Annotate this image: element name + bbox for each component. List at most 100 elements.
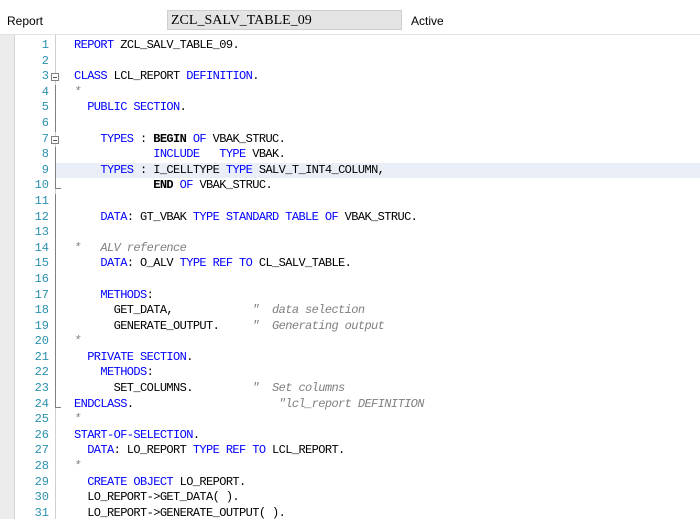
code-token: *: [74, 334, 81, 349]
code-line[interactable]: 17 METHODS:: [35, 287, 700, 304]
code-text: GET_DATA, " data selection: [74, 303, 365, 319]
code-text: *: [74, 412, 81, 428]
code-line[interactable]: 21 PRIVATE SECTION.: [35, 349, 700, 366]
line-number: 1: [41, 38, 49, 52]
code-token: TYPE REF TO: [192, 443, 273, 458]
code-line[interactable]: 3 CLASS LCL_REPORT DEFINITION.: [42, 69, 700, 85]
code-line[interactable]: 31 LO_REPORT->GENERATE_OUTPUT( ).: [35, 506, 700, 521]
fold-guide: [55, 225, 56, 241]
code-line[interactable]: 23 SET_COLUMNS. " Set columns: [35, 381, 700, 397]
collapse-block-icon[interactable]: [51, 73, 59, 82]
code-token: : LO_REPORT: [113, 443, 193, 458]
program-name-field[interactable]: ZCL_SALV_TABLE_09: [167, 10, 402, 30]
fold-guide: [55, 147, 56, 163]
code-line[interactable]: 10 END OF VBAK_STRUC.: [35, 178, 700, 194]
line-number: 24: [34, 396, 49, 411]
code-line[interactable]: 26 START-OF-SELECTION.: [35, 428, 700, 444]
code-line[interactable]: 7 TYPES : BEGIN OF VBAK_STRUC.: [42, 131, 700, 148]
code-token: :: [146, 365, 154, 380]
code-token: "lcl_report DEFINITION: [278, 396, 425, 411]
code-token: VBAK_STRUC.: [212, 131, 286, 146]
fold-end-marker: [55, 178, 61, 190]
code-token: .: [126, 396, 279, 411]
line-number: 2: [41, 53, 49, 68]
code-line[interactable]: 11: [35, 193, 700, 210]
line-number: 31: [34, 505, 49, 520]
code-line[interactable]: 20 *: [35, 334, 700, 350]
code-line[interactable]: 14 * ALV reference: [35, 240, 700, 257]
code-line[interactable]: 30 LO_REPORT->GET_DATA( ).: [35, 490, 700, 506]
code-text: ENDCLASS. "lcl_report DEFINITION: [74, 397, 424, 413]
code-line[interactable]: 22 METHODS:: [35, 365, 700, 382]
code-line[interactable]: 2: [42, 54, 700, 70]
line-number: 7: [41, 131, 49, 146]
code-line[interactable]: 8 INCLUDE TYPE VBAK.: [42, 147, 700, 163]
line-number: 6: [41, 115, 49, 130]
code-line[interactable]: 6: [42, 115, 700, 132]
code-text: GENERATE_OUTPUT. " Generating output: [74, 318, 385, 335]
abap-code-editor[interactable]: 1 REPORT ZCL_SALV_TABLE_09. 2 3 CLASS LCL_RE…: [0, 35, 700, 521]
code-text: INCLUDE TYPE VBAK.: [74, 147, 286, 163]
code-line[interactable]: 4 *: [42, 84, 700, 101]
code-token: *: [74, 412, 81, 427]
code-token: TYPE: [225, 162, 259, 177]
line-number: 5: [41, 100, 49, 115]
code-line[interactable]: 28 *: [35, 459, 700, 475]
code-token: LO_REPORT->GET_DATA( ).: [74, 490, 240, 505]
code-line[interactable]: 5 PUBLIC SECTION.: [42, 100, 700, 116]
fold-guide: [55, 162, 56, 179]
code-text: *: [74, 334, 81, 350]
line-number: 29: [34, 474, 49, 489]
code-token: DEFINITION: [186, 69, 253, 84]
code-line[interactable]: 13: [35, 225, 700, 241]
code-token: TYPES: [74, 162, 141, 177]
code-token: " Set columns: [252, 381, 345, 396]
line-number: 13: [34, 225, 49, 240]
code-text: METHODS:: [74, 365, 153, 381]
line-number: 10: [34, 178, 49, 193]
line-number: 9: [41, 162, 49, 177]
code-token: .: [186, 349, 193, 364]
code-token: : GT_VBAK: [126, 209, 193, 224]
code-text: DATA: GT_VBAK TYPE STANDARD TABLE OF VBA…: [74, 210, 417, 226]
code-line[interactable]: 25 *: [35, 412, 700, 428]
code-token: LCL_REPORT.: [272, 443, 345, 458]
code-line[interactable]: 9 TYPES : I_CELLTYPE TYPE SALV_T_INT4_CO…: [42, 162, 700, 179]
code-line[interactable]: 24 ENDCLASS. "lcl_report DEFINITION: [35, 396, 700, 413]
code-text: DATA: LO_REPORT TYPE REF TO LCL_REPORT.: [74, 443, 345, 459]
code-area[interactable]: 1 REPORT ZCL_SALV_TABLE_09. 2 3 CLASS LCL_RE…: [35, 38, 700, 521]
fold-guide: [55, 256, 56, 272]
code-text: *: [74, 459, 81, 475]
line-number: 17: [34, 287, 49, 302]
code-token: DATA: [74, 256, 127, 271]
code-token: VBAK.: [252, 147, 286, 162]
fold-guide: [55, 271, 56, 288]
code-token: * ALV reference: [74, 240, 187, 255]
code-token: GENERATE_OUTPUT.: [74, 318, 253, 333]
code-line[interactable]: 19 GENERATE_OUTPUT. " Generating output: [35, 318, 700, 335]
code-line[interactable]: 15 DATA: O_ALV TYPE REF TO CL_SALV_TABLE…: [35, 256, 700, 272]
fold-end-marker: [55, 396, 61, 408]
code-line[interactable]: 27 DATA: LO_REPORT TYPE REF TO LCL_REPOR…: [35, 443, 700, 459]
collapse-block-icon[interactable]: [51, 135, 59, 144]
code-line[interactable]: 1 REPORT ZCL_SALV_TABLE_09.: [42, 38, 700, 54]
code-token: : O_ALV: [126, 256, 180, 271]
code-token: TYPES: [74, 131, 141, 146]
editor-header: Report ZCL_SALV_TABLE_09 Active: [0, 0, 700, 35]
code-token: METHODS: [74, 287, 147, 302]
code-token: END: [153, 178, 180, 193]
line-number: 11: [34, 193, 49, 208]
code-line[interactable]: 18 GET_DATA, " data selection: [35, 303, 700, 319]
line-number: 3: [41, 69, 49, 84]
code-token: ENDCLASS: [74, 396, 127, 411]
fold-guide: [55, 365, 56, 382]
code-line[interactable]: 16: [35, 271, 700, 288]
code-token: VBAK_STRUC.: [199, 178, 273, 193]
code-text: CREATE OBJECT LO_REPORT.: [74, 475, 246, 491]
code-text: * ALV reference: [74, 240, 187, 257]
code-token: PUBLIC SECTION: [74, 100, 180, 115]
code-line[interactable]: 12 DATA: GT_VBAK TYPE STANDARD TABLE OF …: [35, 209, 700, 226]
code-line[interactable]: 29 CREATE OBJECT LO_REPORT.: [35, 475, 700, 491]
code-text: *: [74, 85, 81, 101]
